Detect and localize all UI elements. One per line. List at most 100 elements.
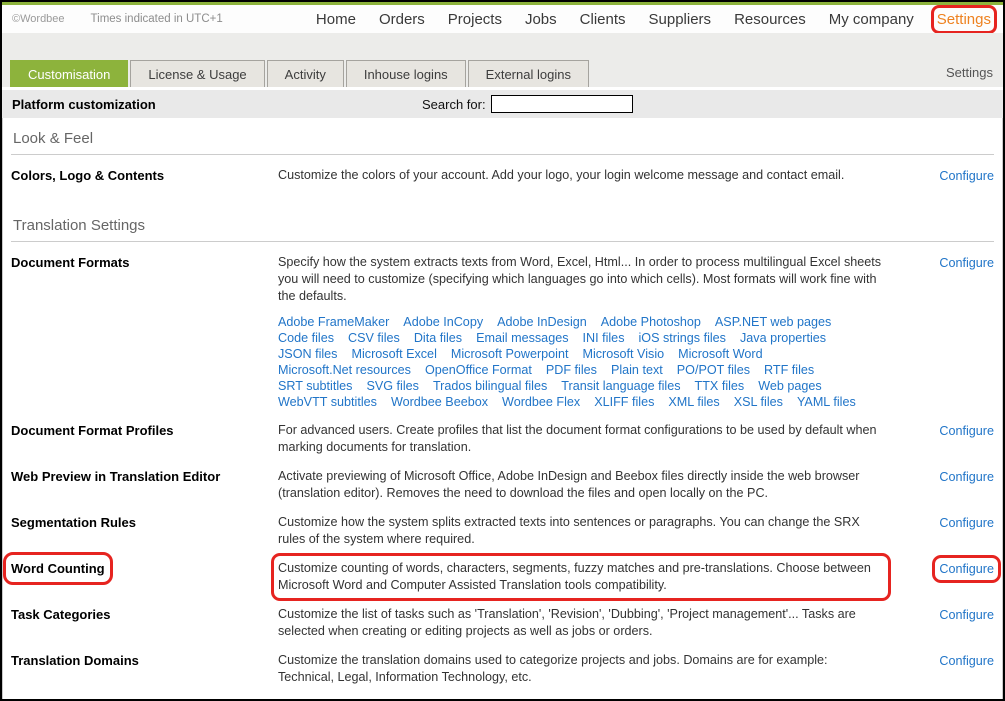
format-link-plain-text[interactable]: Plain text — [611, 362, 663, 378]
row-label: Document Format Profiles — [11, 422, 174, 439]
format-link-transit-language-files[interactable]: Transit language files — [561, 378, 680, 394]
format-link-ttx-files[interactable]: TTX files — [695, 378, 745, 394]
tab-band: CustomisationLicense & UsageActivityInho… — [2, 33, 1003, 87]
row-description: Customize how the system splits extracte… — [278, 514, 884, 548]
format-link-email-messages[interactable]: Email messages — [476, 330, 568, 346]
tabs-settings-label: Settings — [946, 65, 993, 80]
format-link-csv-files[interactable]: CSV files — [348, 330, 400, 346]
row-label-cell: Colors, Logo & Contents — [11, 167, 278, 184]
configure-link-translation-domains[interactable]: Configure — [939, 654, 994, 668]
row-description: Activate previewing of Microsoft Office,… — [278, 468, 884, 502]
tab-inhouse-logins[interactable]: Inhouse logins — [346, 60, 466, 87]
row-description-cell: Customize the list of tasks such as 'Tra… — [278, 606, 922, 640]
configure-cell: Configure — [922, 606, 994, 624]
nav-item-projects[interactable]: Projects — [448, 11, 502, 28]
row-description-cell: Specify how the system extracts texts fr… — [278, 254, 922, 410]
tab-license-usage[interactable]: License & Usage — [130, 60, 264, 87]
row-label-cell: Document Format Profiles — [11, 422, 278, 439]
format-link-svg-files[interactable]: SVG files — [366, 378, 419, 394]
format-link-asp-net-web-pages[interactable]: ASP.NET web pages — [715, 314, 831, 330]
format-link-srt-subtitles[interactable]: SRT subtitles — [278, 378, 352, 394]
row-description: Specify how the system extracts texts fr… — [278, 254, 884, 305]
tab-activity[interactable]: Activity — [267, 60, 344, 87]
row-description: Customize counting of words, characters,… — [278, 560, 884, 594]
format-link-ios-strings-files[interactable]: iOS strings files — [639, 330, 726, 346]
format-link-yaml-files[interactable]: YAML files — [797, 394, 856, 410]
nav-item-clients[interactable]: Clients — [580, 11, 626, 28]
row-document-format-profiles: Document Format Profiles For advanced use… — [11, 422, 994, 456]
format-link-microsoft-excel[interactable]: Microsoft Excel — [351, 346, 436, 362]
row-label: Translation Domains — [11, 652, 139, 669]
configure-link-web-preview-in-translation-editor[interactable]: Configure — [939, 470, 994, 484]
tab-external-logins[interactable]: External logins — [468, 60, 589, 87]
document-format-links: Adobe FrameMaker Adobe InCopy Adobe InDesi… — [278, 314, 890, 410]
row-label-cell: Translation Domains — [11, 652, 278, 669]
section-heading-translation-settings: Translation Settings — [11, 207, 994, 242]
format-link-dita-files[interactable]: Dita files — [414, 330, 462, 346]
format-link-code-files[interactable]: Code files — [278, 330, 334, 346]
page-header-bar: Platform customization Search for: — [2, 90, 1003, 118]
format-link-po-pot-files[interactable]: PO/POT files — [677, 362, 750, 378]
format-link-java-properties[interactable]: Java properties — [740, 330, 826, 346]
row-label-cell: Web Preview in Translation Editor — [11, 468, 278, 485]
format-link-microsoft-net-resources[interactable]: Microsoft.Net resources — [278, 362, 411, 378]
nav-item-suppliers[interactable]: Suppliers — [649, 11, 712, 28]
format-link-json-files[interactable]: JSON files — [278, 346, 337, 362]
format-link-adobe-incopy[interactable]: Adobe InCopy — [403, 314, 483, 330]
format-link-pdf-files[interactable]: PDF files — [546, 362, 597, 378]
format-link-wordbee-beebox[interactable]: Wordbee Beebox — [391, 394, 488, 410]
format-link-microsoft-visio[interactable]: Microsoft Visio — [582, 346, 664, 362]
configure-cell: Configure — [922, 167, 994, 185]
search-input[interactable] — [491, 95, 633, 113]
format-link-openoffice-format[interactable]: OpenOffice Format — [425, 362, 532, 378]
row-description: For advanced users. Create profiles that… — [278, 422, 884, 456]
format-link-web-pages[interactable]: Web pages — [758, 378, 821, 394]
configure-link-segmentation-rules[interactable]: Configure — [939, 516, 994, 530]
tab-customisation[interactable]: Customisation — [10, 60, 128, 87]
row-web-preview-in-translation-editor: Web Preview in Translation Editor Activat… — [11, 468, 994, 502]
format-link-adobe-photoshop[interactable]: Adobe Photoshop — [601, 314, 701, 330]
row-description-cell: Customize counting of words, characters,… — [278, 560, 922, 594]
row-description: Customize the list of tasks such as 'Tra… — [278, 606, 884, 640]
row-word-counting: Word CountingCustomize counting of words… — [11, 560, 994, 594]
format-link-wordbee-flex[interactable]: Wordbee Flex — [502, 394, 580, 410]
nav-item-orders[interactable]: Orders — [379, 11, 425, 28]
page-title: Platform customization — [12, 97, 156, 112]
format-link-adobe-indesign[interactable]: Adobe InDesign — [497, 314, 587, 330]
row-label: Segmentation Rules — [11, 514, 136, 531]
row-label-cell: Task Categories — [11, 606, 278, 623]
format-link-microsoft-word[interactable]: Microsoft Word — [678, 346, 762, 362]
row-segmentation-rules: Segmentation Rules Customize how the syst… — [11, 514, 994, 548]
format-link-webvtt-subtitles[interactable]: WebVTT subtitles — [278, 394, 377, 410]
configure-link-task-categories[interactable]: Configure — [939, 608, 994, 622]
top-navigation-bar: ©Wordbee Times indicated in UTC+1 HomeOr… — [2, 5, 1003, 33]
main-nav: Home Orders Projects Jobs Clients Suppliers Re… — [316, 11, 991, 28]
format-link-xliff-files[interactable]: XLIFF files — [594, 394, 654, 410]
nav-item-resources[interactable]: Resources — [734, 11, 806, 28]
format-link-ini-files[interactable]: INI files — [583, 330, 625, 346]
nav-item-jobs[interactable]: Jobs — [525, 11, 557, 28]
configure-link-colors-logo-contents[interactable]: Configure — [939, 169, 994, 183]
format-link-microsoft-powerpoint[interactable]: Microsoft Powerpoint — [451, 346, 569, 362]
configure-link-document-formats[interactable]: Configure — [939, 256, 994, 270]
format-link-adobe-framemaker[interactable]: Adobe FrameMaker — [278, 314, 389, 330]
section-heading-look-feel: Look & Feel — [11, 120, 994, 155]
row-label: Web Preview in Translation Editor — [11, 468, 220, 485]
wordbee-settings-page: ©Wordbee Times indicated in UTC+1 HomeOr… — [0, 0, 1005, 701]
format-link-rtf-files[interactable]: RTF files — [764, 362, 814, 378]
format-link-trados-bilingual-files[interactable]: Trados bilingual files — [433, 378, 547, 394]
configure-cell: Configure — [922, 514, 994, 532]
configure-cell: Configure — [922, 468, 994, 486]
nav-item-settings[interactable]: Settings — [937, 11, 991, 28]
row-description: Customize the translation domains used t… — [278, 652, 884, 686]
brand-copyright: ©Wordbee — [12, 13, 65, 25]
nav-item-home[interactable]: Home — [316, 11, 356, 28]
format-link-xsl-files[interactable]: XSL files — [734, 394, 783, 410]
configure-link-word-counting[interactable]: Configure — [939, 562, 994, 576]
format-link-xml-files[interactable]: XML files — [668, 394, 719, 410]
row-label-cell: Document Formats — [11, 254, 278, 271]
row-label: Task Categories — [11, 606, 110, 623]
nav-item-my-company[interactable]: My company — [829, 11, 914, 28]
configure-link-document-format-profiles[interactable]: Configure — [939, 424, 994, 438]
row-description-cell: Activate previewing of Microsoft Office,… — [278, 468, 922, 502]
